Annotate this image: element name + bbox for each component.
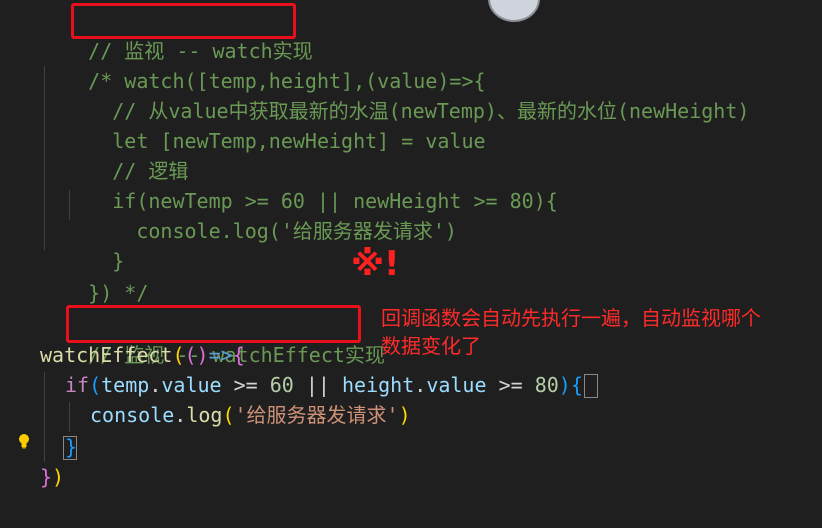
brace-open: {	[570, 373, 583, 397]
paren-open: (	[89, 373, 102, 397]
string: '给服务器发请求'	[234, 403, 399, 427]
paren-close: )	[52, 465, 65, 489]
function-name: watchEffect	[40, 343, 173, 367]
operator: >=	[486, 373, 535, 397]
code-line-11[interactable]: watchEffect(()=>{	[40, 340, 245, 370]
code-line-9[interactable]: }) */	[40, 248, 148, 305]
code-line-6[interactable]: if(newTemp >= 60 || newHeight >= 80){	[40, 156, 558, 213]
number: 60	[269, 373, 294, 397]
code-line-12[interactable]: if(temp.value >= 60 || height.value >= 8…	[65, 370, 583, 400]
dot: .	[414, 373, 427, 397]
arrow-operator: =>	[208, 343, 233, 367]
code-line-13[interactable]: console.log('给服务器发请求')	[90, 400, 411, 430]
code-line-7[interactable]: console.log('给服务器发请求')	[40, 186, 457, 243]
property: value	[426, 373, 487, 397]
comment-text: }) */	[88, 281, 149, 305]
paren-close: )	[558, 373, 571, 397]
code-editor[interactable]: // 监视 -- watch实现 /* watch([temp,height],…	[0, 0, 822, 528]
paren-open: (	[222, 403, 235, 427]
number: 80	[534, 373, 559, 397]
operator: >=	[221, 373, 270, 397]
annotation-box	[71, 3, 296, 39]
variable: height	[342, 373, 415, 397]
code-line-15[interactable]: })	[40, 462, 64, 492]
dot: .	[149, 373, 162, 397]
variable: console	[90, 403, 175, 427]
bracket-match-highlight	[63, 436, 77, 460]
annotation-box	[66, 305, 361, 343]
property: value	[161, 373, 222, 397]
variable: temp	[101, 373, 150, 397]
code-line-5[interactable]: // 逻辑	[40, 126, 188, 183]
function-name: log	[186, 403, 223, 427]
comment-text: console.log('给服务器发请求')	[88, 219, 457, 243]
code-line-2[interactable]: /* watch([temp,height],(value)=>{	[40, 36, 485, 93]
dot: .	[174, 403, 187, 427]
bracket-match-highlight	[584, 374, 598, 398]
avatar	[488, 0, 540, 22]
annotation-mark: ※!	[351, 244, 400, 284]
arrow-params: ()	[184, 343, 209, 367]
brace-open: {	[232, 343, 245, 367]
indent-guide	[69, 402, 70, 432]
code-line-3[interactable]: // 从value中获取最新的水温(newTemp)、最新的水位(newHeig…	[40, 66, 749, 123]
brace-close: }	[40, 465, 53, 489]
paren-open: (	[172, 343, 185, 367]
code-line-8[interactable]: }	[40, 216, 124, 273]
code-line-4[interactable]: let [newTemp,newHeight] = value	[40, 96, 485, 153]
operator: ||	[293, 373, 343, 397]
paren-close: )	[398, 403, 411, 427]
keyword-if: if	[65, 373, 90, 397]
lightbulb-icon[interactable]	[18, 433, 30, 449]
annotation-note-line-1: 回调函数会自动先执行一遍，自动监视哪个	[381, 306, 761, 330]
annotation-note-line-2: 数据变化了	[381, 334, 481, 358]
